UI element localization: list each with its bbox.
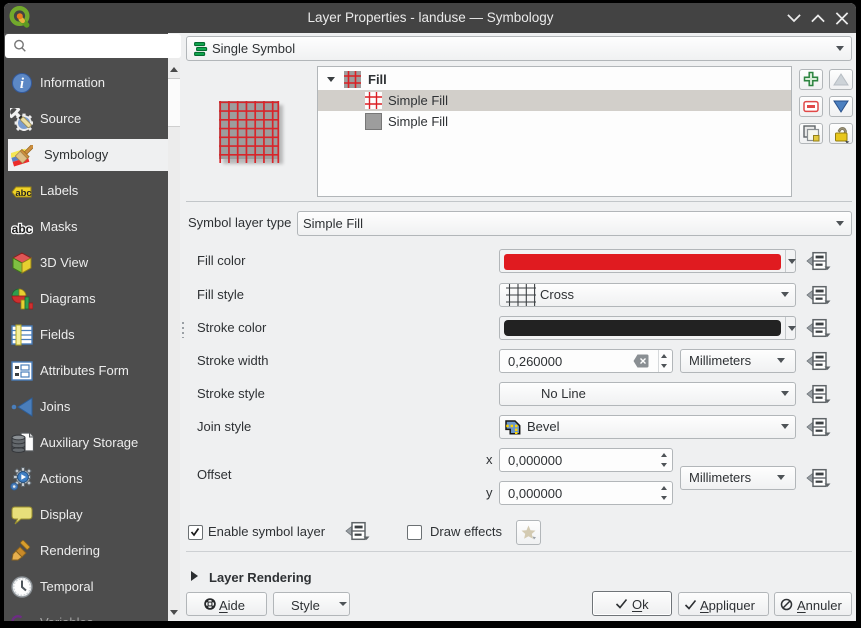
svg-text:abc: abc [12, 222, 33, 236]
svg-text:abc: abc [15, 188, 31, 199]
